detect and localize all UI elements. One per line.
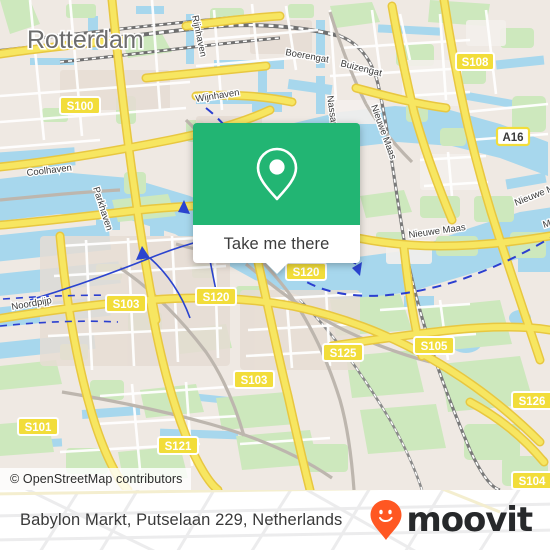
svg-text:S108: S108 [462, 57, 489, 69]
location-address: Babylon Markt, Putselaan 229, Netherland… [20, 510, 343, 529]
svg-text:S125: S125 [330, 348, 357, 360]
svg-text:S120: S120 [293, 267, 320, 279]
moovit-brand[interactable]: moovit [369, 499, 533, 541]
svg-text:S120: S120 [203, 292, 230, 304]
popup-icon-panel [193, 123, 360, 225]
svg-text:S105: S105 [421, 341, 448, 353]
popup-pointer [265, 263, 288, 274]
svg-text:S101: S101 [25, 422, 52, 434]
svg-text:S104: S104 [519, 476, 546, 488]
svg-text:S103: S103 [113, 299, 140, 311]
moovit-wordmark: moovit [406, 500, 533, 540]
svg-text:S121: S121 [165, 441, 192, 453]
footer-bar: Babylon Markt, Putselaan 229, Netherland… [0, 490, 550, 550]
svg-text:S126: S126 [519, 396, 546, 408]
popup-cta-panel[interactable]: Take me there [193, 225, 360, 263]
svg-text:A16: A16 [502, 132, 523, 144]
moovit-smiley-pin-icon [370, 500, 402, 540]
svg-text:S103: S103 [241, 375, 268, 387]
osm-attribution[interactable]: © OpenStreetMap contributors [0, 468, 191, 490]
location-popup-card[interactable]: Take me there [193, 123, 360, 274]
map-pin-icon [256, 147, 297, 201]
svg-text:S100: S100 [67, 101, 94, 113]
take-me-there-label: Take me there [223, 234, 330, 253]
moovit-map-screenshot: Rotterdam Boerengat Buizengat Wijnhaven … [0, 0, 550, 550]
map-label-rotterdam: Rotterdam [27, 26, 144, 54]
